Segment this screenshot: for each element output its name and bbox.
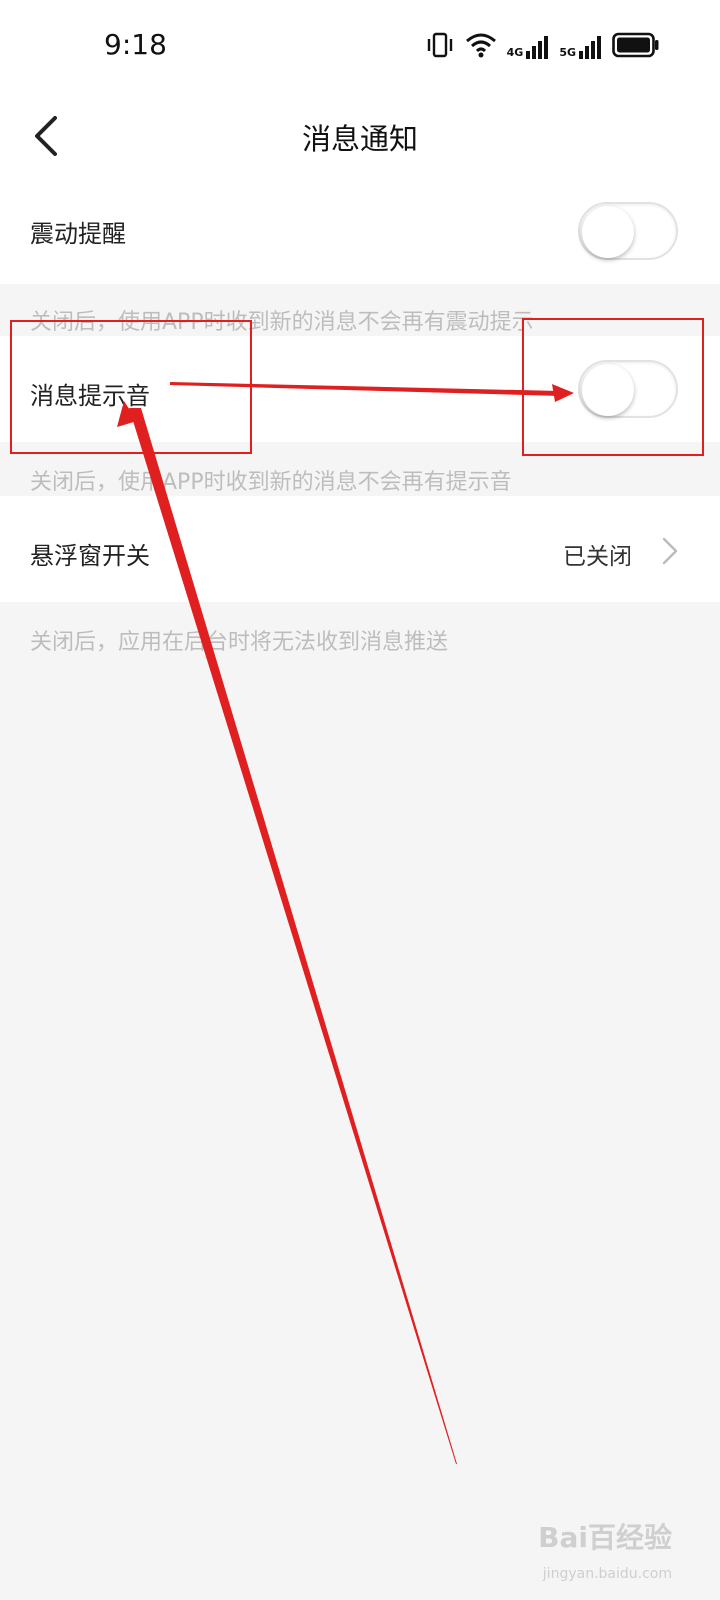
watermark-site: jingyan.baidu.com: [542, 1566, 672, 1582]
arrow-to-toggle: [170, 382, 560, 396]
arrow-to-label: [129, 408, 457, 1464]
arrow-to-toggle-head: [552, 384, 574, 402]
watermark-logo: Bai百经验: [538, 1521, 672, 1554]
annotation-arrows: [117, 382, 574, 1464]
